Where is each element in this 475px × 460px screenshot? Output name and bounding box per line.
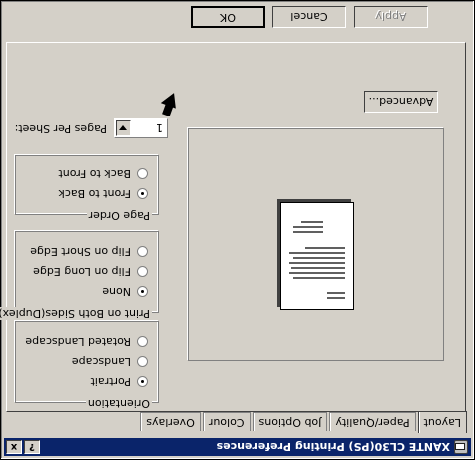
apply-button[interactable]: Apply (354, 6, 428, 28)
front-to-back-option[interactable]: Front to Back (58, 187, 148, 200)
duplex-legend: Print on Both Sides(Duplex) (0, 307, 152, 320)
duplex-short-edge-label: Flip on Short Edge (30, 245, 131, 258)
back-to-front-option[interactable]: Back to Front (58, 167, 148, 180)
preview-text-line (293, 226, 323, 228)
duplex-short-edge-radio[interactable] (137, 246, 148, 257)
duplex-long-edge-label: Flip on Long Edge (33, 265, 131, 278)
back-to-front-radio[interactable] (137, 168, 148, 179)
ok-button[interactable]: OK (191, 6, 265, 28)
orientation-landscape-radio[interactable] (137, 356, 148, 367)
tab-strip: Layout Paper/Quality Job Options Colour … (138, 411, 467, 433)
help-button[interactable]: ? (24, 440, 40, 454)
orientation-rotated-radio[interactable] (137, 336, 148, 347)
orientation-portrait-radio[interactable] (137, 376, 148, 387)
orientation-portrait-label: Portrait (90, 375, 131, 388)
preview-text-line (327, 297, 345, 299)
duplex-none-option[interactable]: None (102, 285, 148, 298)
orientation-rotated-label: Rotated Landscape (25, 335, 131, 348)
tab-overlays[interactable]: Overlays (140, 412, 201, 431)
back-to-front-label: Back to Front (58, 167, 131, 180)
duplex-short-edge-option[interactable]: Flip on Short Edge (30, 245, 148, 258)
orientation-rotated-option[interactable]: Rotated Landscape (25, 335, 148, 348)
orientation-legend: Orientation (85, 397, 152, 410)
preview-text-line (293, 231, 323, 233)
duplex-long-edge-option[interactable]: Flip on Long Edge (33, 265, 148, 278)
page-order-group: Page Order Front to Back Back to Front (15, 155, 159, 222)
pages-per-sheet-value: 1 (156, 121, 163, 134)
preview-text-line (291, 267, 345, 269)
layout-panel: Orientation Portrait Landscape Rotated L… (0, 42, 466, 412)
duplex-none-radio[interactable] (137, 286, 148, 297)
preview-page (280, 202, 354, 310)
preview-text-line (289, 272, 345, 274)
preview-text-line (327, 292, 345, 294)
tab-layout[interactable]: Layout (417, 411, 467, 433)
page-order-legend: Page Order (86, 209, 152, 222)
close-button[interactable]: x (6, 440, 22, 454)
pages-per-sheet-select[interactable]: 1 (114, 118, 168, 138)
printing-preferences-dialog: XANTE CL30(PS) Printing Preferences ? x … (0, 0, 475, 460)
orientation-landscape-label: Landscape (71, 355, 131, 368)
preview-text-line (293, 277, 345, 279)
window-title: XANTE CL30(PS) Printing Preferences (216, 440, 450, 454)
duplex-none-label: None (102, 285, 131, 298)
stage: XANTE CL30(PS) Printing Preferences ? x … (0, 0, 475, 460)
arrow-pointer-icon (160, 93, 176, 116)
front-to-back-radio[interactable] (137, 188, 148, 199)
page-preview-area (188, 128, 444, 361)
preview-text-line (301, 221, 323, 223)
orientation-portrait-option[interactable]: Portrait (91, 375, 148, 388)
title-bar[interactable]: XANTE CL30(PS) Printing Preferences ? x (4, 438, 471, 456)
preview-text-line (293, 257, 345, 259)
duplex-group: Print on Both Sides(Duplex) None Flip on… (0, 231, 159, 320)
cancel-button[interactable]: Cancel (272, 6, 346, 28)
chevron-down-icon[interactable] (116, 120, 131, 136)
preview-text-line (305, 247, 345, 249)
preview-text-line (289, 262, 345, 264)
preview-text-line (289, 252, 345, 254)
printer-icon (454, 440, 468, 454)
orientation-landscape-option[interactable]: Landscape (72, 355, 148, 368)
tab-job-options[interactable]: Job Options (252, 412, 328, 431)
tab-colour[interactable]: Colour (202, 412, 251, 431)
orientation-group: Orientation Portrait Landscape Rotated L… (15, 321, 159, 410)
pages-per-sheet-label: Pages Per Sheet: (14, 122, 107, 135)
duplex-long-edge-radio[interactable] (137, 266, 148, 277)
advanced-button[interactable]: Advanced... (364, 91, 438, 113)
tab-paper-quality[interactable]: Paper/Quality (329, 412, 416, 431)
front-to-back-label: Front to Back (58, 187, 131, 200)
